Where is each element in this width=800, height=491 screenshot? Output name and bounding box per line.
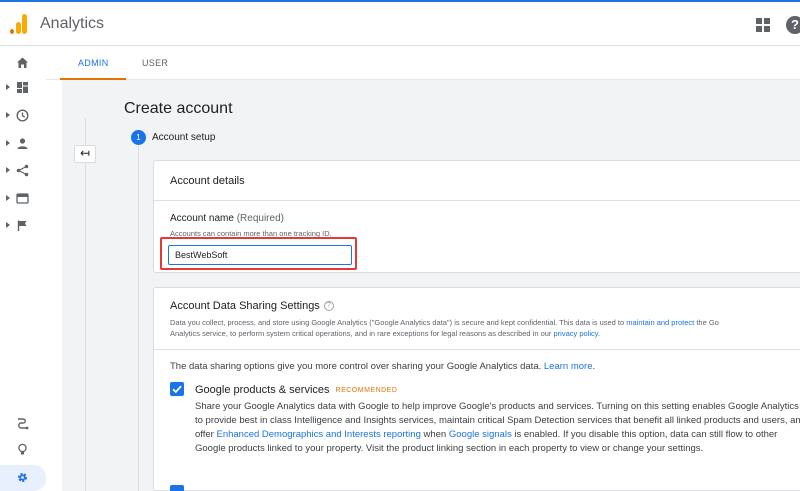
- maintain-protect-link[interactable]: maintain and protect: [626, 318, 694, 327]
- sidebar-item-discover[interactable]: [0, 439, 46, 461]
- sidebar-item-acquisition[interactable]: [0, 160, 46, 182]
- page-title: Create account: [124, 100, 233, 117]
- enhanced-demographics-link[interactable]: Enhanced Demographics and Interests repo…: [216, 429, 420, 440]
- tab-user[interactable]: USER: [142, 58, 168, 68]
- admin-gear-icon: [17, 472, 28, 483]
- learn-more-link[interactable]: Learn more: [544, 361, 593, 372]
- discover-bulb-icon: [18, 443, 27, 455]
- google-signals-link[interactable]: Google signals: [449, 429, 512, 440]
- desc-line1-end: the Go: [694, 318, 719, 327]
- expand-caret-icon: [6, 222, 10, 228]
- sidebar-item-admin[interactable]: [0, 465, 46, 491]
- google-products-title: Google products & services: [195, 384, 330, 396]
- data-sharing-title-text: Account Data Sharing Settings: [170, 300, 320, 312]
- account-details-header: Account details: [154, 161, 800, 201]
- data-sharing-title: Account Data Sharing Settings?: [170, 300, 334, 312]
- help-icon[interactable]: ?: [786, 16, 800, 34]
- data-sharing-card: Account Data Sharing Settings? Data you …: [153, 287, 800, 491]
- sidebar: [0, 47, 46, 491]
- checkmark-icon: [172, 385, 182, 394]
- next-option-checkbox[interactable]: [170, 485, 184, 491]
- desc-line1-text: Data you collect, process, and store usi…: [170, 318, 627, 327]
- analytics-logo-icon: [10, 14, 28, 34]
- apps-grid-icon[interactable]: [756, 18, 770, 32]
- home-icon: [17, 57, 28, 68]
- sidebar-item-audience[interactable]: [0, 133, 46, 155]
- required-marker: (Required): [236, 213, 284, 224]
- desc-line2-end: .: [597, 329, 601, 338]
- step-connector-line: [138, 146, 139, 491]
- sidebar-item-conversions[interactable]: [0, 215, 46, 237]
- sidebar-item-behavior[interactable]: [0, 188, 46, 210]
- google-products-description: Share your Google Analytics data with Go…: [195, 400, 800, 456]
- step-label: Account setup: [152, 132, 216, 143]
- audience-person-icon: [17, 138, 28, 149]
- sidebar-item-realtime[interactable]: [0, 105, 46, 127]
- account-details-title: Account details: [170, 175, 245, 187]
- recommended-badge: RECOMMENDED: [335, 386, 398, 394]
- step-number-badge: 1: [131, 130, 146, 145]
- data-sharing-description: Data you collect, process, and store usi…: [170, 317, 800, 339]
- app-title: Analytics: [40, 15, 105, 32]
- expand-caret-icon: [6, 84, 10, 90]
- column-divider: [85, 118, 86, 491]
- account-name-label-text: Account name: [170, 213, 234, 224]
- attribution-icon: [18, 418, 29, 430]
- acquisition-icon: [16, 164, 29, 177]
- google-products-checkbox[interactable]: [170, 382, 184, 396]
- expand-caret-icon: [6, 112, 10, 118]
- option-desc-part2: when: [420, 429, 449, 440]
- expand-caret-icon: [6, 140, 10, 146]
- app-header: Analytics ?: [0, 2, 800, 46]
- expand-caret-icon: [6, 167, 10, 173]
- account-name-label: Account name (Required): [170, 213, 284, 224]
- tab-admin[interactable]: ADMIN: [78, 58, 109, 68]
- expand-caret-icon: [6, 195, 10, 201]
- sidebar-item-attribution[interactable]: [0, 413, 46, 435]
- dashboard-icon: [17, 82, 28, 93]
- sidebar-item-home[interactable]: [0, 52, 46, 74]
- admin-tab-bar: ADMIN USER: [46, 47, 800, 80]
- conversions-flag-icon: [17, 220, 27, 231]
- realtime-clock-icon: [16, 109, 29, 122]
- sidebar-item-dashboards[interactable]: [0, 77, 46, 99]
- sharing-intro-text: The data sharing options give you more c…: [170, 361, 544, 372]
- behavior-icon: [16, 193, 29, 204]
- back-button[interactable]: ↤: [74, 145, 96, 163]
- sharing-intro: The data sharing options give you more c…: [170, 361, 595, 372]
- help-question-icon[interactable]: ?: [323, 301, 334, 312]
- google-products-option: Google products & services RECOMMENDED: [195, 384, 397, 396]
- data-sharing-header: Account Data Sharing Settings? Data you …: [154, 288, 800, 350]
- desc-line2-text: Analytics service, to perform system cri…: [170, 329, 554, 338]
- sharing-intro-end: .: [592, 361, 596, 372]
- annotation-highlight-box: [160, 237, 357, 270]
- privacy-policy-link[interactable]: privacy policy: [554, 329, 598, 338]
